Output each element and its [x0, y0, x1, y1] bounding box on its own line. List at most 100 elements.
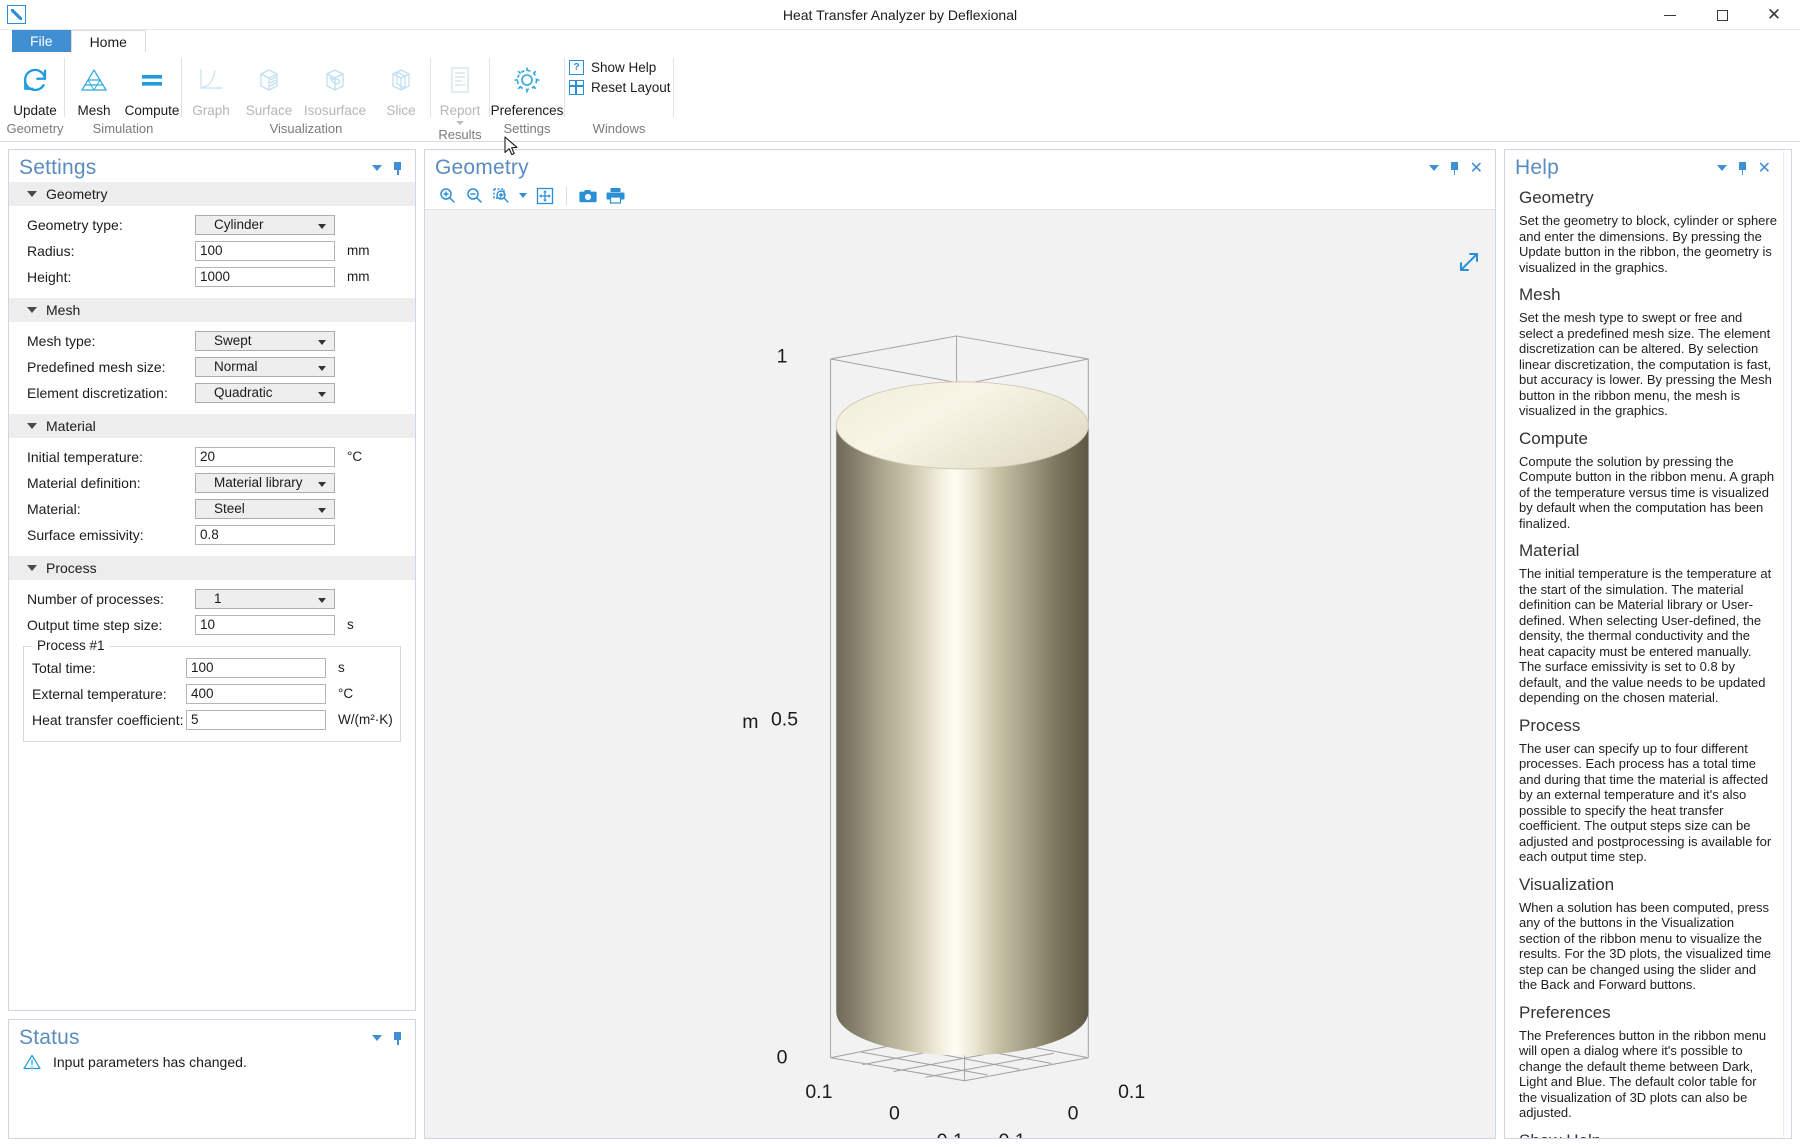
mesh-button[interactable]: Mesh: [65, 58, 123, 120]
section-header-geometry[interactable]: Geometry: [9, 182, 415, 206]
process-1-group: Process #1 Total time: s External temper…: [23, 638, 401, 742]
field-row-height: Height: mm: [9, 265, 415, 288]
predefined-mesh-size-select[interactable]: Normal: [195, 356, 335, 377]
z-tick-0p5: 0.5: [771, 709, 798, 731]
tab-home[interactable]: Home: [70, 30, 146, 52]
element-discretization-select[interactable]: Quadratic: [195, 382, 335, 403]
zoom-extents-icon[interactable]: [533, 185, 557, 207]
material-select[interactable]: Steel: [195, 498, 335, 519]
geometry-type-select[interactable]: Cylinder: [195, 214, 335, 235]
equals-bars-icon: [137, 60, 167, 100]
label-number-of-processes: Number of processes:: [27, 590, 164, 607]
field-row-surface-emissivity: Surface emissivity:: [9, 523, 415, 546]
label-geometry-type: Geometry type:: [27, 216, 123, 233]
mesh-triangle-icon: [79, 60, 109, 100]
help-heading-compute: Compute: [1519, 428, 1588, 448]
preferences-button[interactable]: Preferences: [490, 58, 564, 120]
section-body-process: Number of processes: 1 Output time step …: [9, 580, 415, 744]
isosurface-button[interactable]: Isosurface: [298, 58, 372, 120]
material-value: Steel: [214, 501, 245, 516]
field-row-external-temperature: External temperature: °C: [24, 682, 400, 705]
graphics-canvas[interactable]: 1 0.5 0 m 0.1 0 -0.1 m -0.1 0 0.1 m: [425, 210, 1495, 1138]
status-panel: Status Input parameters has changed.: [8, 1019, 416, 1139]
slice-label: Slice: [386, 103, 416, 118]
zoom-box-dropdown-chevron-icon[interactable]: [516, 185, 530, 207]
section-label-mesh: Mesh: [46, 302, 81, 318]
help-heading-show-help: Show Help: [1519, 1131, 1777, 1139]
help-close-icon[interactable]: ✕: [1758, 160, 1771, 176]
graphics-panel-header: Geometry ✕: [425, 150, 1495, 182]
settings-title: Settings: [19, 156, 97, 179]
total-time-input[interactable]: [186, 657, 326, 678]
field-row-predefined-mesh-size: Predefined mesh size: Normal: [9, 355, 415, 378]
field-row-number-of-processes: Number of processes: 1: [9, 587, 415, 610]
minimize-button[interactable]: [1644, 0, 1696, 30]
graphics-menu-chevron-icon[interactable]: [1428, 165, 1439, 171]
zoom-out-icon[interactable]: [462, 185, 486, 207]
help-pin-icon[interactable]: [1737, 161, 1748, 175]
y-tick-0: 0: [1068, 1103, 1079, 1125]
number-of-processes-select[interactable]: 1: [195, 588, 335, 609]
label-element-discretization: Element discretization:: [27, 384, 168, 401]
label-material-definition: Material definition:: [27, 474, 141, 491]
graph-button[interactable]: Graph: [182, 58, 240, 120]
chevron-down-icon[interactable]: [456, 121, 464, 125]
z-tick-0: 0: [777, 1047, 788, 1069]
warning-triangle-icon: [23, 1054, 41, 1070]
maximize-button[interactable]: [1696, 0, 1748, 30]
graphics-close-icon[interactable]: ✕: [1470, 160, 1483, 176]
zoom-box-icon[interactable]: [489, 185, 513, 207]
ribbon-group-visualization: Graph Surface Isosurface Slice Visualiza…: [182, 52, 430, 141]
field-row-total-time: Total time: s: [24, 656, 400, 679]
mesh-type-value: Swept: [214, 333, 252, 348]
label-mesh-type: Mesh type:: [27, 332, 96, 349]
geometry-3d-plot[interactable]: 1 0.5 0 m 0.1 0 -0.1 m -0.1 0 0.1 m: [425, 210, 1495, 1138]
zoom-in-icon[interactable]: [435, 185, 459, 207]
chevron-down-icon: [318, 507, 326, 513]
print-icon[interactable]: [603, 185, 627, 207]
output-time-step-size-input[interactable]: [195, 614, 335, 635]
field-row-geometry-type: Geometry type: Cylinder: [9, 213, 415, 236]
initial-temperature-input[interactable]: [195, 446, 335, 467]
graphics-pin-icon[interactable]: [1449, 161, 1460, 175]
expand-view-icon[interactable]: [1457, 250, 1481, 277]
slice-button[interactable]: Slice: [372, 58, 430, 120]
section-header-material[interactable]: Material: [9, 414, 415, 438]
status-pin-icon[interactable]: [392, 1031, 403, 1045]
mesh-label: Mesh: [77, 103, 111, 118]
radius-input[interactable]: [195, 240, 335, 261]
surface-emissivity-input[interactable]: [195, 524, 335, 545]
preferences-label: Preferences: [490, 103, 564, 118]
camera-icon[interactable]: [576, 185, 600, 207]
section-header-mesh[interactable]: Mesh: [9, 298, 415, 322]
field-row-radius: Radius: mm: [9, 239, 415, 262]
collapse-triangle-icon: [27, 191, 37, 197]
settings-menu-chevron-icon[interactable]: [372, 165, 382, 171]
help-text-geometry: Set the geometry to block, cylinder or s…: [1519, 213, 1777, 275]
report-button[interactable]: Report: [431, 58, 489, 127]
mesh-type-select[interactable]: Swept: [195, 330, 335, 351]
settings-panel-header: Settings: [9, 150, 415, 182]
heat-transfer-coefficient-input[interactable]: [186, 709, 326, 730]
process-1-legend: Process #1: [32, 638, 110, 653]
external-temperature-input[interactable]: [186, 683, 326, 704]
height-input[interactable]: [195, 266, 335, 287]
show-help-button[interactable]: ? Show Help: [565, 60, 656, 75]
field-row-element-discretization: Element discretization: Quadratic: [9, 381, 415, 404]
material-definition-select[interactable]: Material library: [195, 472, 335, 493]
surface-button[interactable]: Surface: [240, 58, 298, 120]
section-header-process[interactable]: Process: [9, 556, 415, 580]
label-height: Height:: [27, 268, 72, 285]
compute-button[interactable]: Compute: [123, 58, 181, 120]
reset-layout-button[interactable]: Reset Layout: [565, 80, 671, 95]
help-heading-material: Material: [1519, 541, 1580, 560]
tab-file[interactable]: File: [12, 30, 71, 52]
help-scrollbar[interactable]: [1783, 151, 1790, 1137]
settings-pin-icon[interactable]: [392, 161, 403, 175]
status-menu-chevron-icon[interactable]: [372, 1035, 382, 1041]
close-button[interactable]: ✕: [1748, 0, 1800, 30]
x-tick-0: 0: [889, 1103, 900, 1125]
update-button[interactable]: Update: [6, 58, 64, 120]
help-menu-chevron-icon[interactable]: [1716, 165, 1727, 171]
status-message-row: Input parameters has changed.: [9, 1052, 415, 1070]
